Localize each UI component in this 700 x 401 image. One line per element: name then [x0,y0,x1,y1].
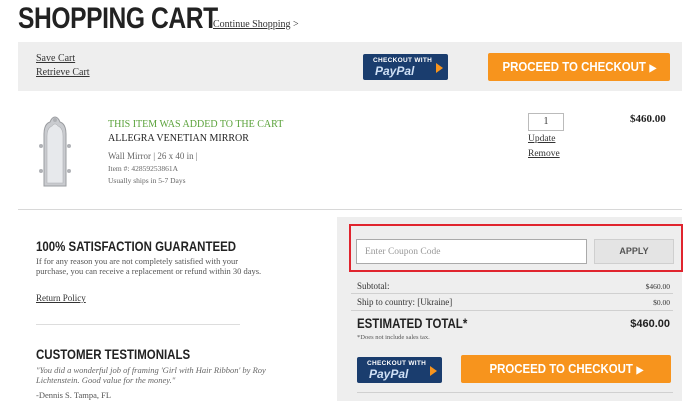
checkout-label: PROCEED TO CHECKOUT [502,59,646,74]
product-details: Wall Mirror | 26 x 40 in | [108,151,198,161]
quantity-input[interactable]: 1 [528,113,564,131]
cart-item-row: THIS ITEM WAS ADDED TO THE CART ALLEGRA … [18,100,682,210]
subtotal-label: Subtotal: [357,281,390,291]
paypal-caption: CHECKOUT WITH [373,57,433,64]
save-cart-link[interactable]: Save Cart [36,53,75,64]
checkout-arrow-icon: ▶ [649,63,656,74]
apply-coupon-button[interactable]: APPLY [594,239,674,264]
paypal-caption: CHECKOUT WITH [367,360,427,367]
section-divider [36,324,240,325]
cart-actions-bar: Save Cart Retrieve Cart CHECKOUT WITH Pa… [18,42,682,91]
mirror-product-image[interactable] [38,116,72,188]
update-quantity-link[interactable]: Update [528,134,555,144]
satisfaction-text: If for any reason you are not completely… [36,256,262,276]
paypal-arrow-icon [430,366,437,376]
estimated-total-label: ESTIMATED TOTAL* [357,316,468,331]
summary-divider [351,310,673,311]
testimonials-heading: CUSTOMER TESTIMONIALS [36,346,191,362]
ship-country-label: Ship to country: [Ukraine] [357,297,453,307]
paypal-checkout-button[interactable]: CHECKOUT WITH PayPal [363,54,448,80]
testimonial-quote: "You did a wonderful job of framing 'Gir… [36,365,266,385]
paypal-logo: PayPal [369,367,409,381]
continue-shopping-chevron: > [293,19,299,30]
satisfaction-heading: 100% SATISFACTION GUARANTEED [36,238,237,254]
checkout-label: PROCEED TO CHECKOUT [489,361,633,376]
product-name[interactable]: ALLEGRA VENETIAN MIRROR [108,133,249,144]
proceed-to-checkout-button[interactable]: PROCEED TO CHECKOUT ▶ [488,53,670,81]
page-title: SHOPPING CART [18,2,218,35]
coupon-code-input[interactable] [356,239,587,264]
summary-divider [351,293,673,294]
paypal-checkout-button-bottom[interactable]: CHECKOUT WITH PayPal [357,357,442,383]
item-added-notice: THIS ITEM WAS ADDED TO THE CART [108,119,284,130]
paypal-logo: PayPal [375,64,415,78]
tax-note: *Does not include sales tax. [357,334,430,341]
testimonial-author: -Dennis S. Tampa, FL [36,390,112,400]
estimated-total-value: $460.00 [630,318,670,330]
checkout-arrow-icon: ▶ [636,365,643,376]
retrieve-cart-link[interactable]: Retrieve Cart [36,67,90,78]
continue-shopping: Continue Shopping > [213,19,299,30]
shipping-value: $0.00 [653,298,670,307]
item-price: $460.00 [630,113,666,125]
summary-bottom-divider [357,392,673,393]
subtotal-value: $460.00 [645,282,670,291]
paypal-arrow-icon [436,63,443,73]
product-item-number: Item #: 42859253861A [108,164,178,173]
remove-item-link[interactable]: Remove [528,149,560,159]
return-policy-link[interactable]: Return Policy [36,293,86,303]
product-shipping-time: Usually ships in 5-7 Days [108,176,186,185]
continue-shopping-link[interactable]: Continue Shopping [213,19,291,30]
proceed-to-checkout-button-bottom[interactable]: PROCEED TO CHECKOUT ▶ [461,355,671,383]
